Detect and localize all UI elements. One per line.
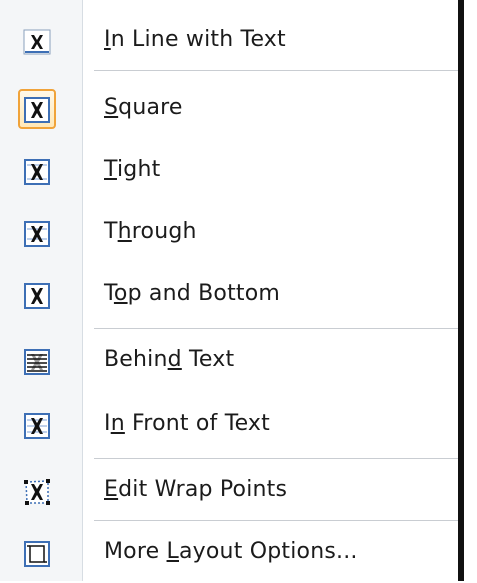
behind-text-icon <box>24 349 50 375</box>
in-front-of-text-icon <box>24 413 50 439</box>
menu-item-label: Top and Bottom <box>104 281 281 306</box>
menu-item-label: Through <box>104 219 197 244</box>
menu-item-label: Behind Text <box>104 347 235 372</box>
more-layout-options-icon <box>24 541 50 567</box>
text-wrapping-menu: In Line with Text Square Tight Through T… <box>0 0 464 581</box>
menu-item-in-front-of-text[interactable]: In Front of Text <box>0 399 458 455</box>
menu-item-label: Edit Wrap Points <box>104 477 288 502</box>
tight-wrap-icon <box>24 159 50 185</box>
menu-item-label: Square <box>104 95 183 120</box>
edit-wrap-points-icon <box>24 479 50 505</box>
through-wrap-icon <box>24 221 50 247</box>
menu-item-in-line-with-text[interactable]: In Line with Text <box>0 15 458 71</box>
menu-item-top-and-bottom[interactable]: Top and Bottom <box>0 269 458 325</box>
menu-separator-highlight <box>94 521 458 522</box>
menu-item-edit-wrap-points[interactable]: Edit Wrap Points <box>0 465 458 521</box>
menu-item-behind-text[interactable]: Behind Text <box>0 335 458 391</box>
menu-item-through[interactable]: Through <box>0 207 458 263</box>
menu-separator-highlight <box>94 459 458 460</box>
menu-item-label: Tight <box>104 157 161 182</box>
square-wrap-icon <box>24 97 50 123</box>
top-bottom-wrap-icon <box>24 283 50 309</box>
menu-item-square[interactable]: Square <box>0 83 458 139</box>
menu-item-tight[interactable]: Tight <box>0 145 458 201</box>
background-strip <box>464 0 477 581</box>
menu-item-more-layout-options[interactable]: More Layout Options... <box>0 527 458 583</box>
menu-item-label: More Layout Options... <box>104 539 358 564</box>
menu-item-label: In Front of Text <box>104 411 270 436</box>
menu-separator-highlight <box>94 329 458 330</box>
inline-with-text-icon <box>23 29 51 55</box>
menu-item-label: In Line with Text <box>104 27 286 52</box>
menu-separator-highlight <box>94 71 458 72</box>
